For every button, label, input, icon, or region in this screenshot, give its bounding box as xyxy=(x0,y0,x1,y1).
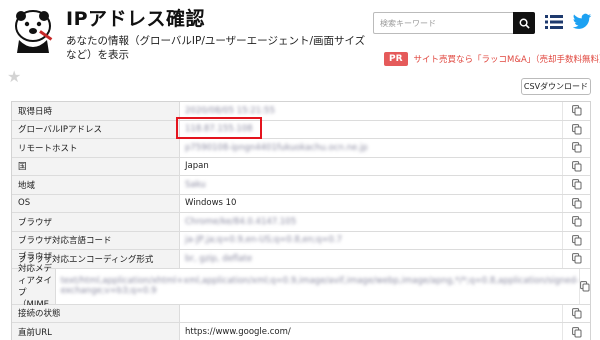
pr-link[interactable]: サイト売買なら「ラッコM&A」（売却手数料無料） xyxy=(414,53,600,65)
site-title[interactable]: IPアドレス確認 xyxy=(66,4,205,31)
table-row: ブラウザ対応言語コード ja-JP,ja;q=0.9,en-US;q=0.8,en… xyxy=(12,231,590,250)
row-value: https://www.google.com/ xyxy=(185,327,291,338)
row-label: 地域 xyxy=(12,176,180,194)
row-label: リモートホスト xyxy=(12,139,180,157)
row-label: 取得日時 xyxy=(12,102,180,120)
table-row: 国 Japan xyxy=(12,157,590,176)
highlight-box xyxy=(176,117,262,139)
row-label: OS xyxy=(12,194,180,212)
row-label: ブラウザ xyxy=(12,213,180,231)
star-icon[interactable]: ★ xyxy=(7,67,21,86)
row-value: Japan xyxy=(185,161,209,172)
search-box xyxy=(373,12,535,34)
row-value: p7590108-ipngn4401fukuokachu.ocn.ne.jp xyxy=(185,142,368,153)
table-row: ブラウザ対応エンコーディング形式 br, gzip, deflate xyxy=(12,250,590,269)
copy-icon[interactable] xyxy=(562,304,590,322)
copy-icon[interactable] xyxy=(562,194,590,212)
table-row: 地域 Saku xyxy=(12,176,590,195)
table-row: グローバルIPアドレス 118.87.155.108 xyxy=(12,120,590,139)
row-value: Windows 10 xyxy=(185,198,237,209)
row-value: text/html,application/xhtml+xml,applicat… xyxy=(60,276,579,296)
csv-download-button[interactable]: CSVダウンロード xyxy=(521,78,591,95)
row-label: ブラウザ対応言語コード xyxy=(12,231,180,249)
row-value: ja-JP,ja;q=0.9,en-US;q=0.8,en;q=0.7 xyxy=(185,235,343,246)
copy-icon[interactable] xyxy=(562,231,590,249)
table-row: リモートホスト p7590108-ipngn4401fukuokachu.ocn.… xyxy=(12,139,590,158)
copy-icon[interactable] xyxy=(562,157,590,175)
search-button[interactable] xyxy=(513,12,535,34)
twitter-bird-icon[interactable] xyxy=(572,13,592,31)
page-subtitle: あなたの情報（グローバルIP/ユーザーエージェント/画面サイズなど）を表示 xyxy=(66,35,366,61)
row-value: br, gzip, deflate xyxy=(185,253,253,264)
search-input[interactable] xyxy=(374,13,512,33)
row-value: Chrome/ke/84.0.4147.105 xyxy=(185,216,297,227)
mascot-logo[interactable] xyxy=(9,4,57,54)
table-row: 取得日時 2020/08/05 15:21:55 xyxy=(12,102,590,121)
row-label: 直前URL xyxy=(12,323,180,340)
table-row: OS Windows 10 xyxy=(12,194,590,213)
table-row: 接続の状態 xyxy=(12,304,590,323)
info-table: 取得日時 2020/08/05 15:21:55 グローバルIPアドレス 118.87… xyxy=(11,101,591,340)
row-label: グローバルIPアドレス xyxy=(12,120,180,138)
copy-icon[interactable] xyxy=(562,102,590,120)
list-icon[interactable] xyxy=(545,14,563,30)
copy-icon[interactable] xyxy=(579,268,590,304)
copy-icon[interactable] xyxy=(562,213,590,231)
row-label: ブラウザ対応メディアタイプ（MIMEタイプ） xyxy=(12,252,56,322)
copy-icon[interactable] xyxy=(562,120,590,138)
row-label: 国 xyxy=(12,157,180,175)
row-value: Saku xyxy=(185,179,206,190)
copy-icon[interactable] xyxy=(562,323,590,340)
copy-icon[interactable] xyxy=(562,176,590,194)
copy-icon[interactable] xyxy=(562,139,590,157)
table-row: ブラウザ対応メディアタイプ（MIMEタイプ）text/html,applicat… xyxy=(12,252,590,322)
copy-icon[interactable] xyxy=(562,250,590,268)
row-label: 接続の状態 xyxy=(12,304,180,322)
row-value xyxy=(180,305,562,323)
pr-badge: PR xyxy=(384,52,408,66)
pr-advertisement[interactable]: PR サイト売買なら「ラッコM&A」（売却手数料無料） xyxy=(384,52,600,66)
table-row: 直前URL https://www.google.com/ xyxy=(12,323,590,340)
search-icon xyxy=(519,18,530,29)
table-row: ブラウザ Chrome/ke/84.0.4147.105 xyxy=(12,213,590,232)
